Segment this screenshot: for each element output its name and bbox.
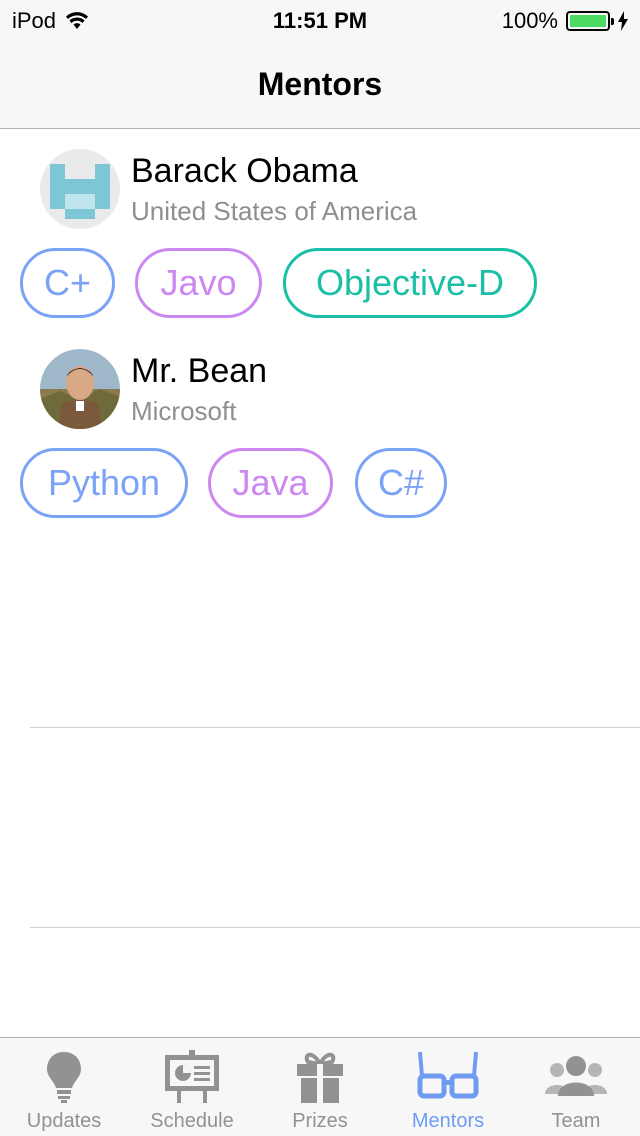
tab-label: Team [551,1110,601,1132]
glasses-icon [417,1051,479,1099]
row-separator [30,727,640,728]
presentation-board-icon [165,1050,219,1103]
tab-label: Updates [26,1110,102,1132]
identicon-avatar-icon [40,149,120,229]
status-right: 100% [502,8,628,34]
tab-prizes[interactable]: Prizes [256,1038,384,1136]
status-bar: iPod 11:51 PM 100% [0,0,640,40]
battery-icon [566,11,614,31]
skill-tag[interactable]: Python [20,448,188,518]
mentor-organization: United States of America [131,196,418,226]
battery-percent: 100% [501,8,558,33]
mentor-name: Barack Obama [131,152,358,190]
tab-label: Mentors [411,1110,485,1132]
lightbulb-icon [47,1052,81,1103]
skill-tag[interactable]: Java [208,448,333,518]
mentor-organization: Microsoft [131,396,237,426]
skill-tag[interactable]: Objective-D [283,248,537,318]
skill-tag[interactable]: C# [355,448,447,518]
gift-icon [297,1052,343,1103]
skill-tag[interactable]: C+ [20,248,115,318]
screen: iPod 11:51 PM 100% Mentors Barack Obama … [0,0,640,1136]
tab-team[interactable]: Team [512,1038,640,1136]
tab-bar: Updates Schedule Prizes Mentors Team [0,1037,640,1136]
people-icon [545,1056,607,1096]
tab-schedule[interactable]: Schedule [128,1038,256,1136]
mentor-list[interactable]: Barack Obama United States of America C+… [0,130,640,1036]
mentor-avatar [40,149,120,229]
skill-tag[interactable]: Javo [135,248,262,318]
navigation-bar: Mentors [0,40,640,129]
tab-label: Schedule [150,1110,234,1132]
tab-updates[interactable]: Updates [0,1038,128,1136]
page-title: Mentors [257,66,383,102]
row-separator [30,927,640,928]
mentor-name: Mr. Bean [131,352,268,390]
tab-mentors[interactable]: Mentors [384,1038,512,1136]
photo-avatar-icon [40,349,120,429]
charging-bolt-icon [618,11,628,31]
mentor-avatar [40,349,120,429]
tab-label: Prizes [292,1110,348,1132]
